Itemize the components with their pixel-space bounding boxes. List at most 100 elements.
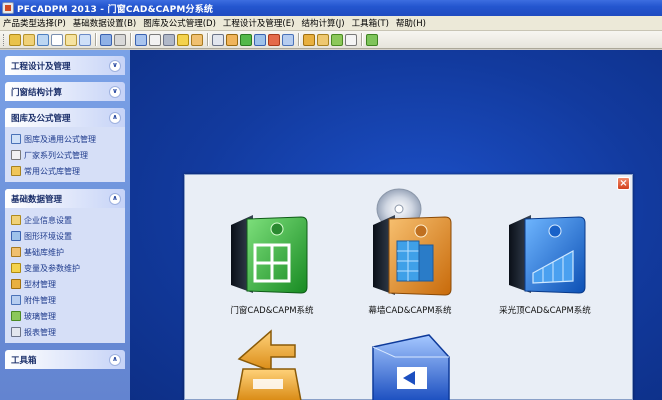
accessory-icon [11, 295, 21, 305]
panel-project-design: 工程设计及管理 ∨ [5, 56, 125, 75]
open-project-icon[interactable] [9, 33, 21, 46]
building-icon [11, 215, 21, 225]
sidebar-item-label: 企业信息设置 [24, 215, 72, 225]
panel-header[interactable]: 基础数据管理 ∧ [5, 189, 125, 208]
toolbar [0, 31, 662, 49]
document-icon [11, 150, 21, 160]
sidebar-item-glass[interactable]: 玻璃管理 [11, 308, 121, 324]
sidebar-item-label: 型材管理 [24, 279, 56, 289]
sidebar-item-graphic-env[interactable]: 图形环境设置 [11, 228, 121, 244]
chevron-up-icon[interactable]: ∧ [109, 192, 121, 205]
menu-bar: 产品类型选择(P) 基础数据设置(B) 图库及公式管理(D) 工程设计及管理(E… [0, 16, 662, 31]
print-icon[interactable] [114, 33, 126, 46]
exit-icon[interactable] [366, 33, 378, 46]
door-window-module-icon[interactable] [225, 211, 311, 297]
panel-title: 图库及公式管理 [11, 113, 71, 124]
toolbar-separator [95, 33, 96, 46]
settings-module-icon[interactable] [365, 331, 455, 400]
curtain-wall-module-label[interactable]: 幕墙CAD&CAPM系统 [365, 304, 455, 316]
toolbar-grip[interactable] [3, 33, 6, 46]
table-icon[interactable] [149, 33, 161, 46]
panel-body: 图库及通用公式管理 厂家系列公式管理 常用公式库管理 [5, 127, 125, 182]
sidebar-item-label: 玻璃管理 [24, 311, 56, 321]
library-icon [11, 247, 21, 257]
sidebar-item-label: 厂家系列公式管理 [24, 150, 88, 160]
title-bar: PFCADPM 2013 - 门窗CAD&CAPM分系统 [0, 0, 662, 16]
filter-icon[interactable] [240, 33, 252, 46]
close-icon[interactable]: × [617, 177, 630, 190]
app-icon [2, 2, 14, 14]
gear-icon[interactable] [254, 33, 266, 46]
panel-library-formula: 图库及公式管理 ∧ 图库及通用公式管理 厂家系列公式管理 常用公式库管理 [5, 108, 125, 182]
sidebar-item-common-formula[interactable]: 常用公式库管理 [11, 163, 121, 179]
toolbar-separator [130, 33, 131, 46]
image-library-icon [11, 134, 21, 144]
menu-help[interactable]: 帮助(H) [396, 17, 426, 29]
pencil-icon[interactable] [191, 33, 203, 46]
panel-base-data: 基础数据管理 ∧ 企业信息设置 图形环境设置 基础库维护 变量及参数维护 型材管… [5, 189, 125, 343]
chevron-up-icon[interactable]: ∧ [109, 111, 121, 124]
menu-toolbox[interactable]: 工具箱(T) [352, 17, 389, 29]
panel-body: 企业信息设置 图形环境设置 基础库维护 变量及参数维护 型材管理 附件管理 玻璃… [5, 208, 125, 343]
edit-icon[interactable] [65, 33, 77, 46]
panel-toolbox: 工具箱 ∧ [5, 350, 125, 369]
glass-icon [11, 311, 21, 321]
toolbar-separator [207, 33, 208, 46]
stack-icon[interactable] [163, 33, 175, 46]
menu-project-design[interactable]: 工程设计及管理(E) [223, 17, 295, 29]
list-icon[interactable] [135, 33, 147, 46]
panel-title: 工具箱 [11, 355, 37, 366]
calculator-icon[interactable] [212, 33, 224, 46]
sidebar-item-variables-params[interactable]: 变量及参数维护 [11, 260, 121, 276]
curtain-wall-module-icon[interactable] [365, 187, 455, 299]
grid-icon[interactable] [282, 33, 294, 46]
checklist-icon[interactable] [345, 33, 357, 46]
graphic-settings-icon [11, 231, 21, 241]
bar-chart-icon[interactable] [226, 33, 238, 46]
menu-product-type[interactable]: 产品类型选择(P) [3, 17, 66, 29]
import-export-module-icon[interactable] [229, 321, 309, 400]
panel-header[interactable]: 工程设计及管理 ∨ [5, 56, 125, 75]
menu-library-formula[interactable]: 图库及公式管理(D) [143, 17, 216, 29]
menu-base-data[interactable]: 基础数据设置(B) [73, 17, 136, 29]
report-icon [11, 327, 21, 337]
sidebar-item-company-info[interactable]: 企业信息设置 [11, 212, 121, 228]
tag-icon[interactable] [331, 33, 343, 46]
chart-icon[interactable] [268, 33, 280, 46]
menu-structure-calc[interactable]: 结构计算(J) [301, 17, 344, 29]
panel-header[interactable]: 门窗结构计算 ∨ [5, 82, 125, 101]
document-icon[interactable] [51, 33, 63, 46]
sidebar-item-profile[interactable]: 型材管理 [11, 276, 121, 292]
window-icon[interactable] [37, 33, 49, 46]
door-window-module-label[interactable]: 门窗CAD&CAPM系统 [227, 304, 317, 316]
frame-icon[interactable] [79, 33, 91, 46]
sidebar: 工程设计及管理 ∨ 门窗结构计算 ∨ 图库及公式管理 ∧ 图库及通用公式管理 厂… [0, 50, 130, 400]
sidebar-item-label: 图形环境设置 [24, 231, 72, 241]
sidebar-item-reports[interactable]: 报表管理 [11, 324, 121, 340]
sidebar-item-accessories[interactable]: 附件管理 [11, 292, 121, 308]
module-launcher-dialog: × 门窗CAD&CAPM系统 幕墙CAD&CAPM系统 采光顶CAD&CAPM系… [184, 174, 633, 400]
panel-header[interactable]: 图库及公式管理 ∧ [5, 108, 125, 127]
sidebar-item-base-library[interactable]: 基础库维护 [11, 244, 121, 260]
sidebar-item-label: 基础库维护 [24, 247, 64, 257]
sidebar-item-label: 变量及参数维护 [24, 263, 80, 273]
sidebar-item-vendor-series-formula[interactable]: 厂家系列公式管理 [11, 147, 121, 163]
skylight-module-label[interactable]: 采光顶CAD&CAPM系统 [497, 304, 593, 316]
sidebar-item-library-general-formula[interactable]: 图库及通用公式管理 [11, 131, 121, 147]
save-icon[interactable] [100, 33, 112, 46]
variables-icon [11, 263, 21, 273]
profile-icon [11, 279, 21, 289]
chevron-up-icon[interactable]: ∧ [109, 353, 121, 366]
chevron-down-icon[interactable]: ∨ [109, 85, 121, 98]
panel-header[interactable]: 工具箱 ∧ [5, 350, 125, 369]
formula-icon [11, 166, 21, 176]
panel-title: 基础数据管理 [11, 194, 63, 205]
skylight-module-icon[interactable] [503, 211, 589, 297]
chevron-down-icon[interactable]: ∨ [109, 59, 121, 72]
box-icon[interactable] [317, 33, 329, 46]
sidebar-item-label: 图库及通用公式管理 [24, 134, 96, 144]
warning-icon[interactable] [177, 33, 189, 46]
toolbar-separator [298, 33, 299, 46]
folder-icon[interactable] [23, 33, 35, 46]
package-icon[interactable] [303, 33, 315, 46]
